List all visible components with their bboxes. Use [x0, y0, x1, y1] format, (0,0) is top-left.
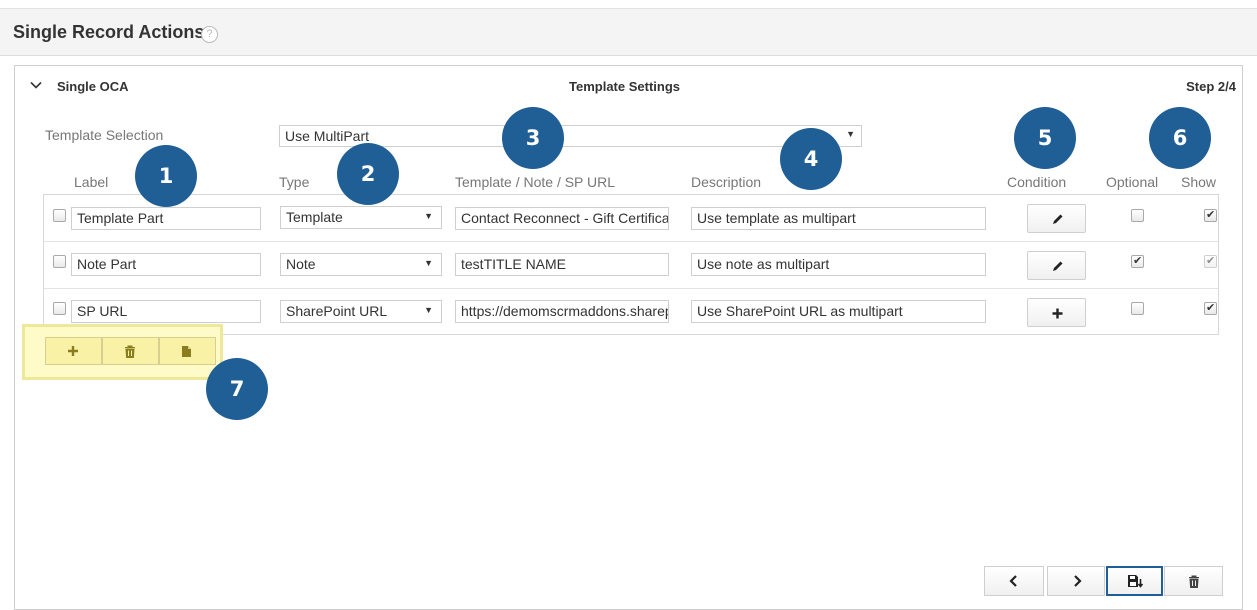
- optional-checkbox[interactable]: [1131, 302, 1144, 315]
- multipart-grid: Template Part Template ▼ Contact Reconne…: [43, 194, 1219, 335]
- type-dropdown[interactable]: Template ▼: [280, 206, 442, 229]
- trash-icon: [1189, 575, 1199, 588]
- show-checkbox: [1204, 254, 1217, 268]
- callout-badge: 4: [780, 128, 842, 190]
- column-header-label: Label: [74, 174, 109, 190]
- column-header-show: Show: [1181, 174, 1217, 190]
- add-row-button[interactable]: [45, 337, 102, 365]
- previous-step-button[interactable]: [984, 566, 1044, 596]
- template-selection-value: Use MultiPart: [285, 128, 370, 144]
- page-title: Single Record Actions: [13, 22, 205, 42]
- show-checkbox[interactable]: [1204, 208, 1217, 222]
- column-header-optional: Optional: [1106, 174, 1159, 190]
- label-input[interactable]: Note Part: [71, 253, 261, 276]
- type-value: Template: [286, 209, 343, 225]
- callout-badge: 6: [1149, 107, 1211, 169]
- dropdown-arrow-icon: ▼: [424, 211, 433, 221]
- description-input[interactable]: Use SharePoint URL as multipart: [691, 300, 986, 323]
- oca-name: Single OCA: [57, 79, 129, 94]
- type-dropdown[interactable]: SharePoint URL ▼: [280, 300, 442, 323]
- plus-icon: [68, 346, 78, 356]
- type-value: SharePoint URL: [286, 303, 388, 319]
- description-input[interactable]: Use note as multipart: [691, 253, 986, 276]
- section-title: Template Settings: [569, 79, 681, 94]
- row-select-checkbox[interactable]: [53, 255, 66, 268]
- note-input[interactable]: testTITLE NAME: [455, 253, 669, 276]
- step-indicator: Step 2/4: [1186, 79, 1236, 94]
- delete-button[interactable]: [1164, 566, 1223, 596]
- dropdown-arrow-icon: ▼: [424, 305, 433, 315]
- dropdown-arrow-icon: ▼: [424, 258, 433, 268]
- plus-icon: [1052, 308, 1063, 319]
- callout-badge: 2: [337, 143, 399, 205]
- file-icon: [182, 346, 191, 357]
- condition-button[interactable]: [1027, 204, 1086, 233]
- page-header: Single Record Actions ?: [0, 8, 1257, 56]
- chevron-down-icon[interactable]: [30, 79, 42, 91]
- column-header-type: Type: [279, 174, 310, 190]
- type-value: Note: [286, 256, 316, 272]
- callout-badge: 1: [135, 145, 197, 207]
- table-row: Note Part Note ▼ testTITLE NAME Use note…: [44, 242, 1218, 289]
- column-header-condition: Condition: [1007, 174, 1067, 190]
- condition-button[interactable]: [1027, 298, 1086, 327]
- save-button[interactable]: [1106, 566, 1163, 596]
- delete-row-button[interactable]: [102, 337, 159, 365]
- label-input[interactable]: SP URL: [71, 300, 261, 323]
- save-icon: [1128, 575, 1143, 588]
- chevron-left-icon: [1009, 575, 1017, 587]
- pencil-icon: [1053, 261, 1063, 271]
- help-icon[interactable]: ?: [201, 26, 218, 43]
- panel-header: Single OCA Template Settings Step 2/4: [15, 66, 1242, 106]
- template-input[interactable]: Contact Reconnect - Gift Certificate: [455, 207, 669, 230]
- callout-badge: 7: [206, 358, 268, 420]
- optional-checkbox[interactable]: [1131, 254, 1144, 268]
- template-selection-label: Template Selection: [45, 127, 164, 143]
- optional-checkbox[interactable]: [1131, 209, 1144, 222]
- pencil-icon: [1053, 214, 1063, 224]
- next-step-button[interactable]: [1047, 566, 1105, 596]
- row-select-checkbox[interactable]: [53, 302, 66, 315]
- show-checkbox[interactable]: [1204, 301, 1217, 315]
- column-header-template: Template / Note / SP URL: [455, 174, 616, 190]
- row-actions-toolbar: [22, 324, 223, 380]
- type-dropdown[interactable]: Note ▼: [280, 253, 442, 276]
- dropdown-arrow-icon: ▼: [846, 129, 855, 139]
- callout-badge: 5: [1014, 107, 1076, 169]
- sp-url-input[interactable]: https://demomscrmaddons.sharepoint.com: [455, 300, 669, 323]
- table-row: Template Part Template ▼ Contact Reconne…: [44, 195, 1218, 242]
- description-input[interactable]: Use template as multipart: [691, 207, 986, 230]
- column-header-description: Description: [691, 174, 762, 190]
- copy-row-button[interactable]: [159, 337, 216, 365]
- trash-icon: [125, 345, 135, 358]
- row-select-checkbox[interactable]: [53, 209, 66, 222]
- chevron-right-icon: [1074, 575, 1082, 587]
- condition-button[interactable]: [1027, 251, 1086, 280]
- callout-badge: 3: [502, 107, 564, 169]
- label-input[interactable]: Template Part: [71, 207, 261, 230]
